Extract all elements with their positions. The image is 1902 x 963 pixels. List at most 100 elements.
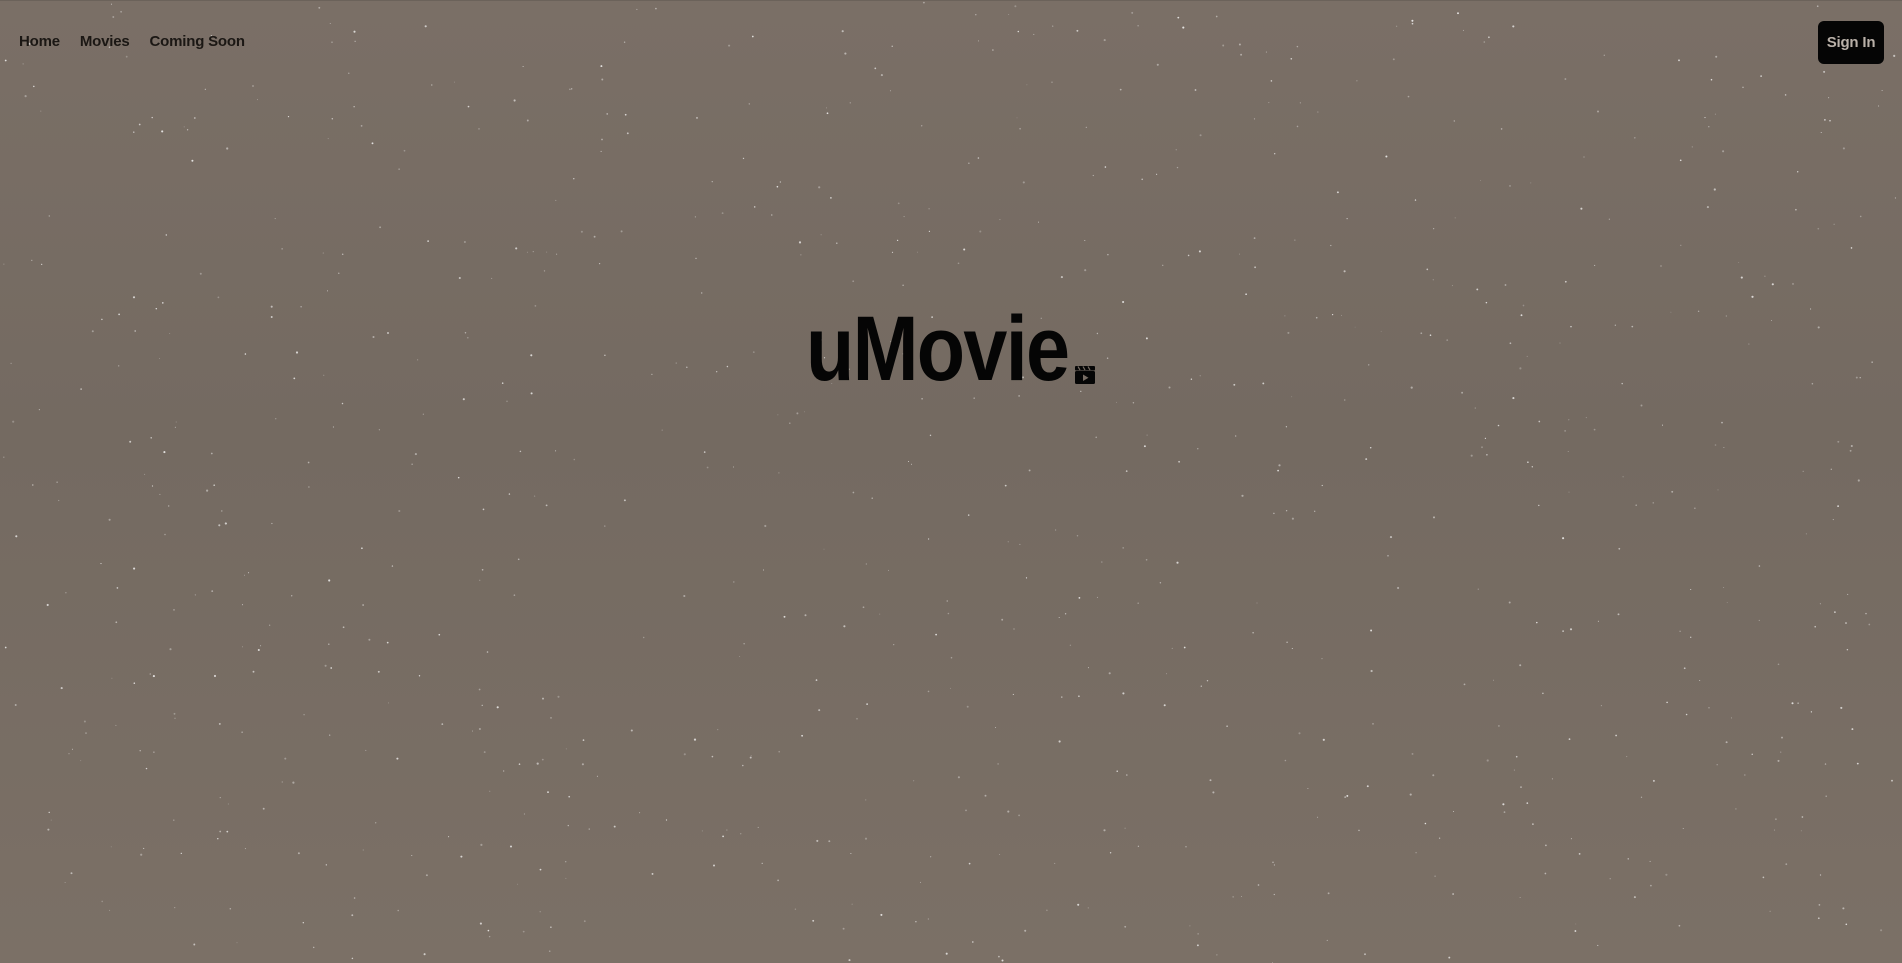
star-dot: [169, 648, 172, 651]
star-dot: [1060, 276, 1063, 279]
star-dot: [467, 105, 470, 108]
star-dot: [1104, 166, 1107, 168]
star-dot: [1621, 382, 1623, 385]
star-dot: [716, 371, 718, 373]
star-dot: [573, 178, 575, 180]
star-dot: [856, 717, 858, 720]
star-dot: [1512, 397, 1515, 400]
star-dot: [353, 897, 356, 899]
star-dot: [1652, 779, 1655, 782]
star-dot: [812, 919, 815, 922]
star-dot: [1052, 25, 1054, 27]
star-dot: [1414, 199, 1417, 201]
star-dot: [891, 251, 894, 254]
star-dot: [1802, 470, 1804, 473]
star-dot: [1649, 860, 1651, 862]
star-dot: [1198, 250, 1201, 253]
star-dot: [1284, 759, 1287, 762]
star-dot: [1828, 97, 1830, 99]
star-dot: [1307, 788, 1309, 789]
star-dot: [453, 81, 455, 83]
star-dot: [48, 215, 51, 217]
star-dot: [418, 675, 421, 677]
star-dot: [70, 872, 73, 875]
star-dot: [274, 218, 276, 220]
star-dot: [693, 738, 697, 741]
star-dot: [1551, 778, 1553, 780]
star-dot: [193, 943, 196, 946]
star-dot: [913, 780, 915, 782]
star-dot: [695, 116, 699, 119]
star-dot: [256, 99, 259, 101]
star-dot: [1448, 956, 1451, 959]
star-dot: [325, 864, 327, 866]
nav-movies-link[interactable]: Movies: [80, 33, 130, 50]
nav-coming-soon-link[interactable]: Coming Soon: [150, 33, 245, 50]
star-dot: [517, 883, 519, 885]
star-dot: [1007, 810, 1010, 813]
star-dot: [271, 522, 273, 525]
star-dot: [995, 727, 997, 728]
star-dot: [1622, 476, 1624, 478]
star-dot: [1344, 796, 1347, 799]
star-dot: [728, 44, 731, 47]
star-dot: [307, 461, 310, 464]
star-dot: [353, 30, 356, 33]
star-dot: [330, 667, 333, 669]
star-dot: [508, 493, 511, 495]
star-dot: [779, 181, 782, 183]
star-dot: [843, 625, 846, 628]
star-dot: [1330, 244, 1332, 247]
star-dot: [828, 840, 831, 843]
star-dot: [935, 633, 937, 636]
star-dot: [1069, 644, 1072, 646]
star-dot: [1407, 95, 1410, 98]
star-dot: [1212, 791, 1215, 794]
star-dot: [1278, 464, 1281, 467]
star-dot: [1691, 146, 1693, 148]
sign-in-button[interactable]: Sign In: [1818, 21, 1884, 64]
star-dot: [287, 116, 290, 118]
star-dot: [1285, 426, 1288, 428]
star-dot: [1618, 547, 1621, 550]
star-dot: [1291, 396, 1293, 398]
star-dot: [108, 518, 111, 521]
star-dot: [1143, 445, 1146, 448]
star-dot: [387, 332, 389, 334]
star-dot: [624, 113, 627, 116]
star-dot: [169, 333, 171, 335]
star-dot: [1410, 386, 1413, 389]
star-dot: [865, 563, 867, 565]
star-dot: [957, 262, 960, 265]
star-dot: [1810, 711, 1813, 713]
star-dot: [431, 84, 433, 86]
star-dot: [1141, 178, 1144, 181]
star-dot: [173, 712, 176, 715]
star-dot: [1847, 593, 1849, 595]
star-dot: [893, 644, 895, 646]
star-dot: [159, 358, 160, 360]
star-dot: [620, 230, 623, 233]
star-dot: [1187, 254, 1190, 257]
star-dot: [1564, 430, 1566, 432]
star-dot: [1087, 907, 1089, 909]
star-dot: [815, 679, 818, 681]
star-dot: [1503, 811, 1506, 813]
star-dot: [850, 853, 852, 854]
star-dot: [1327, 892, 1330, 895]
star-dot: [1708, 126, 1710, 128]
star-dot: [3, 456, 5, 458]
star-dot: [1823, 70, 1826, 73]
star-dot: [204, 88, 206, 90]
star-dot: [891, 45, 893, 47]
star-dot: [1502, 803, 1505, 806]
star-dot: [864, 837, 868, 840]
star-dot: [1797, 171, 1799, 173]
star-dot: [1679, 159, 1682, 162]
nav-home-link[interactable]: Home: [19, 33, 60, 50]
star-dot: [174, 426, 176, 428]
star-dot: [1488, 36, 1490, 39]
star-dot: [777, 879, 779, 882]
star-dot: [110, 3, 113, 5]
star-dot: [1751, 753, 1753, 755]
